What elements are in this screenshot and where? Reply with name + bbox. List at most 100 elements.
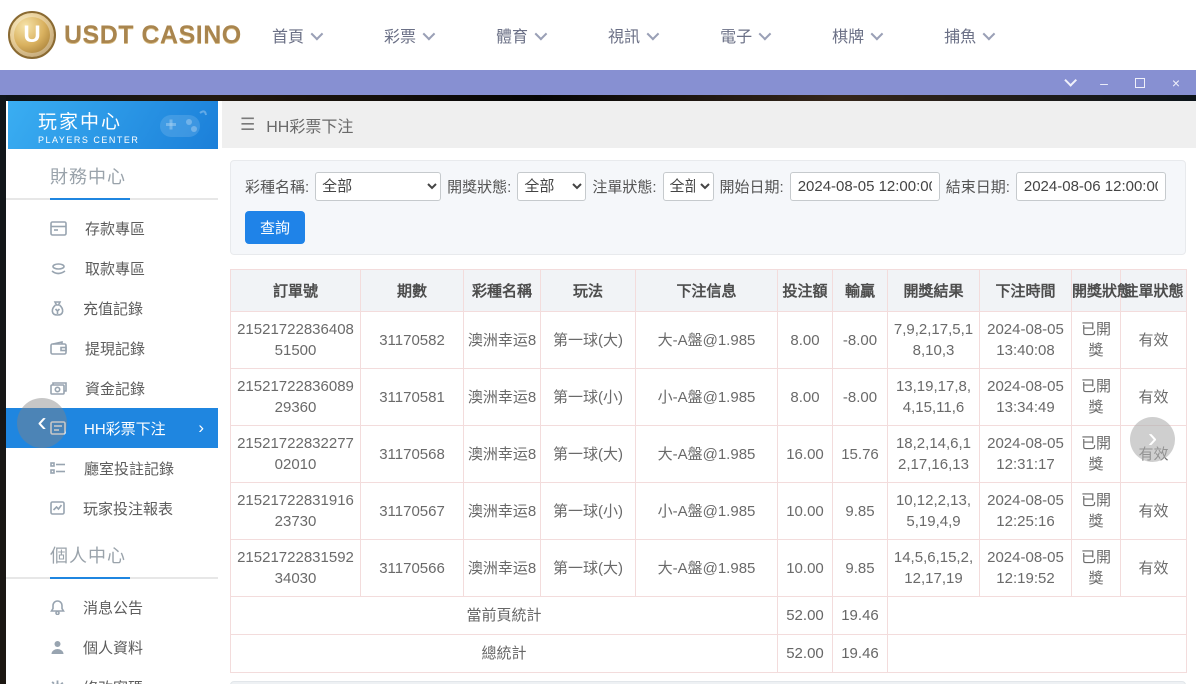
cell-draw-status: 已開獎 (1072, 483, 1121, 540)
sidebar-item-label: 玩家投注報表 (83, 498, 173, 519)
person-icon (50, 640, 65, 655)
start-date-input[interactable] (790, 172, 940, 201)
cell-draw-result: 14,5,6,15,2,12,17,19 (888, 540, 980, 597)
grand-total-empty (888, 635, 1187, 673)
sidebar-item-announcements[interactable]: 消息公告 (6, 587, 218, 627)
nav-item-fishing[interactable]: 捕魚 (944, 23, 992, 47)
page-total-bet: 52.00 (778, 597, 833, 635)
cell-winloss: 9.85 (833, 483, 888, 540)
sidebar-item-deposit[interactable]: 存款專區 (6, 208, 218, 248)
bell-icon (50, 600, 65, 615)
cell-bet-amount: 10.00 (778, 483, 833, 540)
sidebar-item-room-bet-record[interactable]: 廳室投註記錄 (6, 448, 218, 488)
sidebar-item-withdraw-record[interactable]: 提現記錄 (6, 328, 218, 368)
cell-bet-amount: 16.00 (778, 426, 833, 483)
cell-bet-amount: 8.00 (778, 312, 833, 369)
nav-item-lottery[interactable]: 彩票 (384, 23, 432, 47)
draw-status-select[interactable]: 全部 (517, 172, 586, 201)
cell-winloss: -8.00 (833, 369, 888, 426)
sidebar-item-profile[interactable]: 個人資料 (6, 627, 218, 667)
sidebar-item-bet-report[interactable]: 玩家投注報表 (6, 488, 218, 528)
nav-label: 視訊 (608, 23, 640, 47)
wallet-icon (50, 341, 67, 355)
cell-play-type: 第一球(大) (541, 540, 636, 597)
money-bag-icon (50, 301, 65, 316)
sidebar-item-recharge-record[interactable]: 充值記錄 (6, 288, 218, 328)
grand-total-label: 總統計 (231, 635, 778, 673)
cell-lottery-name: 澳洲幸运8 (464, 312, 541, 369)
nav-label: 首頁 (272, 23, 304, 47)
app-window: U USDT CASINO 首頁 彩票 體育 視訊 電子 (0, 0, 1196, 684)
col-order-status: 注單狀態 (1121, 270, 1187, 312)
personal-section-title: 個人中心 (6, 542, 218, 568)
chevron-down-icon (535, 27, 548, 40)
lottery-name-select[interactable]: 全部 (315, 172, 441, 201)
nav-item-chess[interactable]: 棋牌 (832, 23, 880, 47)
cell-bet-time: 2024-08-05 12:31:17 (980, 426, 1072, 483)
cell-order-no: 2152172283640851500 (231, 312, 361, 369)
col-order-no: 訂單號 (231, 270, 361, 312)
cell-draw-status: 已開獎 (1072, 312, 1121, 369)
grand-total-bet: 52.00 (778, 635, 833, 673)
nav-item-home[interactable]: 首頁 (272, 23, 320, 47)
list-icon (50, 461, 66, 475)
close-icon[interactable]: × (1168, 75, 1184, 91)
cell-order-status: 有效 (1121, 312, 1187, 369)
next-arrow-button[interactable]: › (1130, 417, 1175, 462)
cell-period: 31170568 (361, 426, 464, 483)
sidebar-item-withdraw[interactable]: 取款專區 (6, 248, 218, 288)
sidebar-item-label: 充值記錄 (83, 298, 143, 319)
cell-period: 31170566 (361, 540, 464, 597)
table-row: 2152172283640851500 31170582 澳洲幸运8 第一球(大… (231, 312, 1187, 369)
brand-name: USDT CASINO (64, 21, 242, 50)
cell-bet-info: 大-A盤@1.985 (636, 426, 778, 483)
end-date-input[interactable] (1016, 172, 1166, 201)
usdt-coin-icon: U (8, 11, 56, 59)
col-bet-time: 下注時間 (980, 270, 1072, 312)
chevron-right-icon: › (198, 418, 204, 438)
brand-logo: U USDT CASINO (0, 11, 250, 59)
order-status-select[interactable]: 全部 (663, 172, 714, 201)
nav-item-sports[interactable]: 體育 (496, 23, 544, 47)
cell-draw-status: 已開獎 (1072, 426, 1121, 483)
cell-period: 31170567 (361, 483, 464, 540)
table-row: 2152172283191623730 31170567 澳洲幸运8 第一球(小… (231, 483, 1187, 540)
cell-draw-status: 已開獎 (1072, 540, 1121, 597)
table-row: 2152172283159234030 31170566 澳洲幸运8 第一球(大… (231, 540, 1187, 597)
col-lottery-name: 彩種名稱 (464, 270, 541, 312)
sidebar-item-change-password[interactable]: 修改密碼 (6, 667, 218, 684)
cell-play-type: 第一球(大) (541, 312, 636, 369)
cell-order-no: 2152172283191623730 (231, 483, 361, 540)
cell-lottery-name: 澳洲幸运8 (464, 369, 541, 426)
minimize-icon[interactable]: – (1096, 75, 1112, 91)
hamburger-icon[interactable]: ☰ (240, 115, 255, 135)
sidebar-item-label: 廳室投註記錄 (84, 458, 174, 479)
cell-draw-result: 7,9,2,17,5,18,10,3 (888, 312, 980, 369)
gamepad-icon (156, 107, 208, 143)
nav-item-video[interactable]: 視訊 (608, 23, 656, 47)
sidebar-item-label: 存款專區 (85, 218, 145, 239)
chevron-down-icon (983, 27, 996, 40)
nav-label: 棋牌 (832, 23, 864, 47)
chevron-down-icon (647, 27, 660, 40)
cell-order-no: 2152172283227702010 (231, 426, 361, 483)
players-center-header: 玩家中心 PLAYERS CENTER (8, 101, 218, 149)
collapse-sidebar-arrow-button[interactable]: ‹ (17, 398, 67, 448)
nav-item-electronic[interactable]: 電子 (720, 23, 768, 47)
cell-bet-amount: 8.00 (778, 369, 833, 426)
nav-label: 體育 (496, 23, 528, 47)
finance-section-title: 財務中心 (6, 163, 218, 189)
cell-period: 31170581 (361, 369, 464, 426)
query-button[interactable]: 查詢 (245, 211, 305, 244)
col-draw-result: 開獎結果 (888, 270, 980, 312)
report-chart-icon (50, 501, 65, 515)
collapse-icon[interactable] (1060, 75, 1076, 91)
cell-bet-time: 2024-08-05 12:19:52 (980, 540, 1072, 597)
table-header-row: 訂單號 期數 彩種名稱 玩法 下注信息 投注額 輸贏 開獎結果 下注時間 開獎狀… (231, 270, 1187, 312)
col-bet-info: 下注信息 (636, 270, 778, 312)
sidebar-item-label: 消息公告 (83, 597, 143, 618)
maximize-icon[interactable] (1132, 75, 1148, 91)
cell-bet-time: 2024-08-05 12:25:16 (980, 483, 1072, 540)
table-row: 2152172283608929360 31170581 澳洲幸运8 第一球(小… (231, 369, 1187, 426)
order-status-label: 注單狀態: (592, 176, 656, 197)
